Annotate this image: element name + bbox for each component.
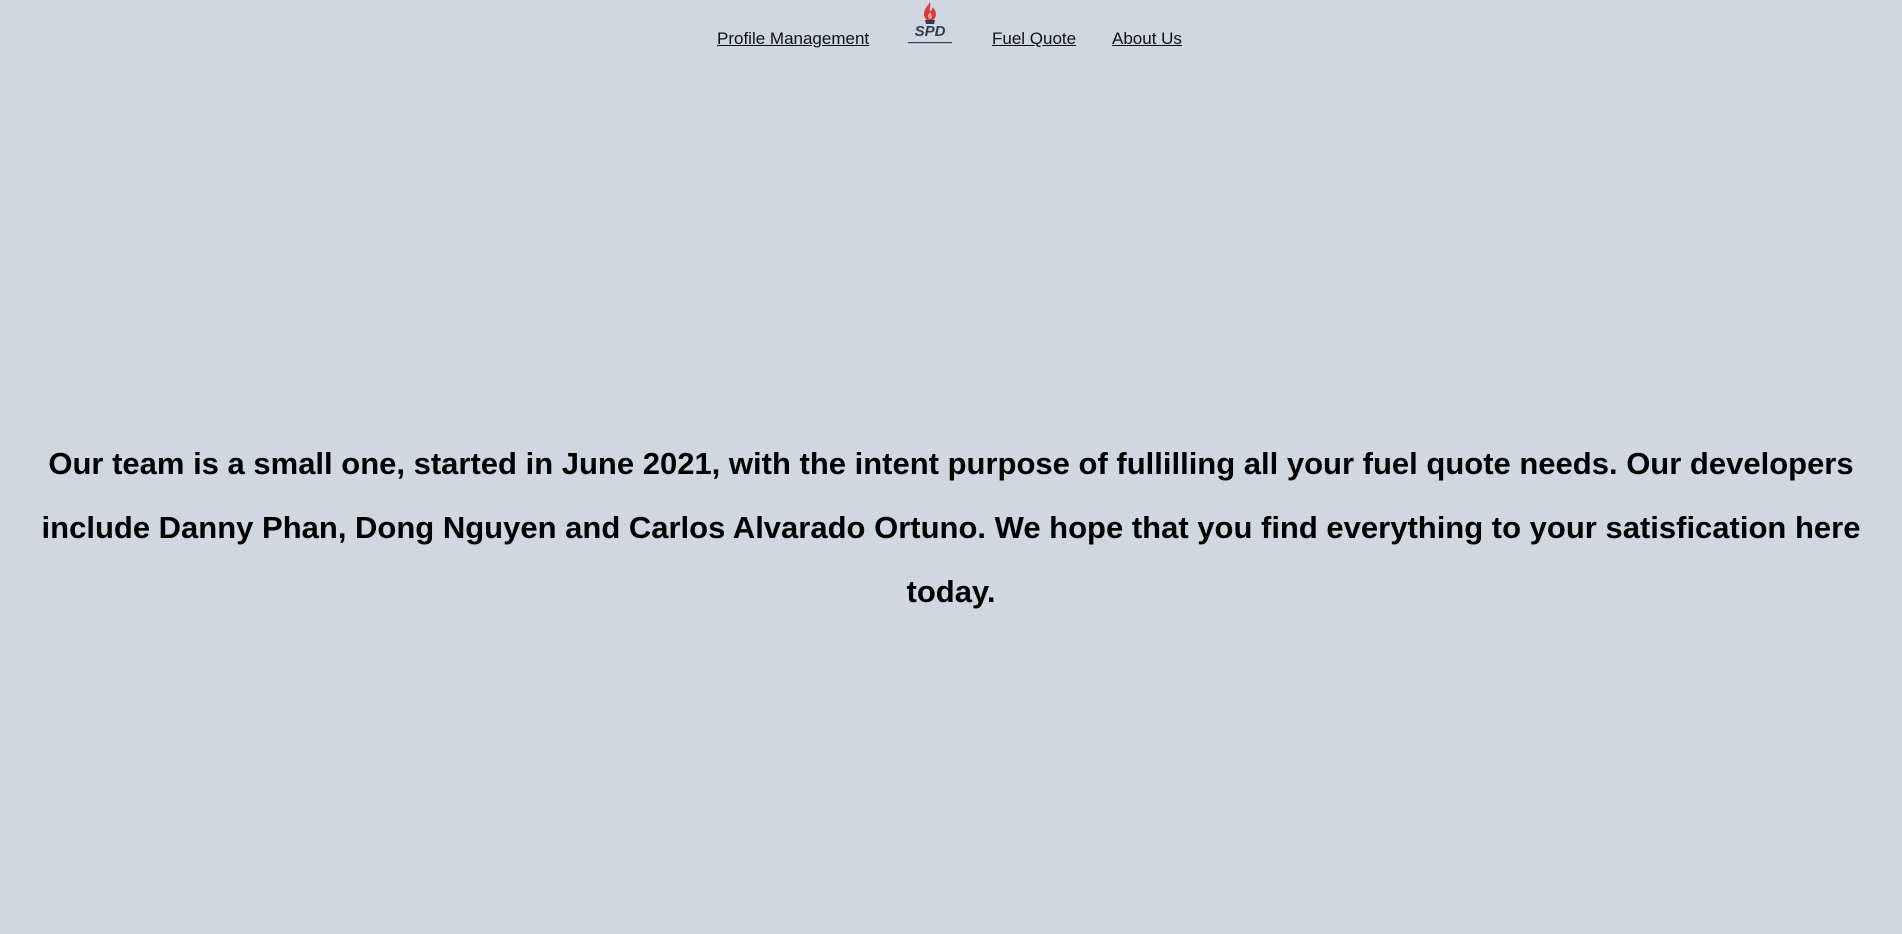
about-paragraph: Our team is a small one, started in June… bbox=[41, 446, 1861, 609]
nav-link-profile-management[interactable]: Profile Management bbox=[717, 29, 869, 49]
logo-text: SPD bbox=[914, 23, 946, 40]
home-logo[interactable]: SPD bbox=[905, 0, 955, 46]
top-nav: Profile Management SPD Fuel Quote About … bbox=[0, 0, 1902, 60]
nav-link-about-us[interactable]: About Us bbox=[1112, 29, 1182, 49]
page: Profile Management SPD Fuel Quote About … bbox=[0, 0, 1902, 934]
nav-link-fuel-quote[interactable]: Fuel Quote bbox=[992, 29, 1076, 49]
